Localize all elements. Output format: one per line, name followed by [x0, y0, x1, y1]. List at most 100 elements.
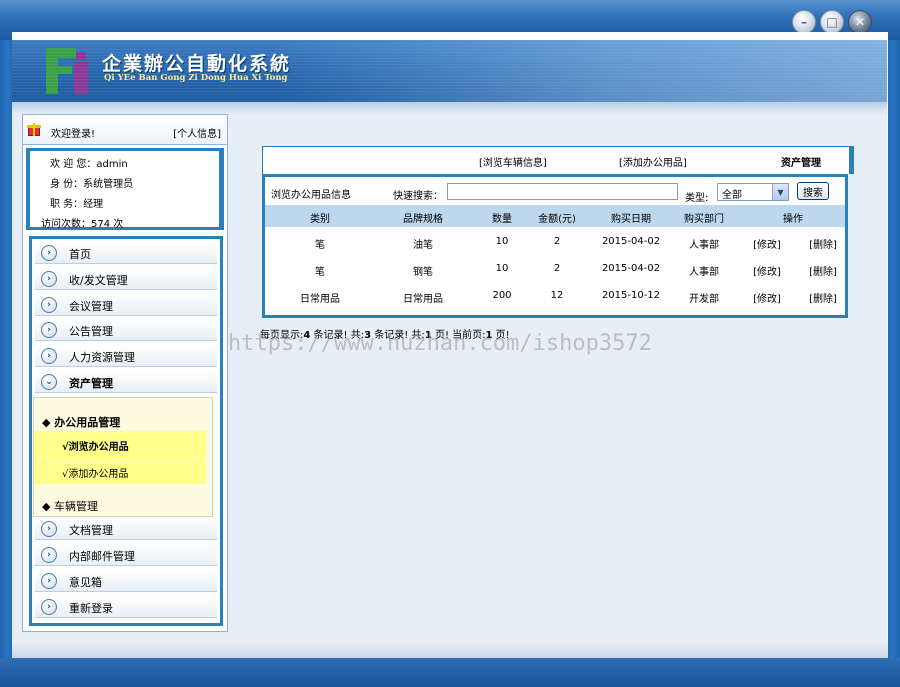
cell-quantity: 200	[492, 290, 512, 301]
table-row: 日常用品 日常用品 200 12 2015-10-12 开发部 [修改] [删除…	[265, 281, 845, 308]
search-button[interactable]: 搜索	[797, 182, 829, 200]
user-name: 欢 迎 您：admin	[50, 159, 128, 170]
chevron-down-icon: ⌄	[41, 374, 57, 390]
cell-category: 笔	[315, 267, 325, 278]
watermark-text: https://www.huzhan.com/ishop3572	[228, 331, 652, 356]
chevron-right-icon: ›	[41, 547, 57, 563]
footer-strip	[12, 640, 888, 658]
type-label: 类型:	[685, 193, 709, 204]
cell-department: 人事部	[689, 240, 719, 251]
cell-amount: 2	[553, 263, 561, 274]
visit-count: 访问次数：574 次	[41, 219, 124, 230]
search-input[interactable]	[447, 183, 678, 200]
chevron-down-icon[interactable]: ▼	[772, 184, 788, 200]
maximize-button[interactable]: □	[820, 10, 844, 34]
edit-link[interactable]: [修改]	[743, 263, 791, 278]
welcome-header: 欢迎登录! [个人信息]	[23, 115, 227, 145]
menu-item-internal-mail[interactable]: › 内部邮件管理	[35, 544, 217, 566]
chevron-right-icon: ›	[41, 573, 57, 589]
minimize-icon: –	[801, 15, 807, 29]
cell-spec: 钢笔	[413, 267, 433, 278]
chevron-right-icon: ›	[41, 348, 57, 364]
app-subtitle: Qi YEe Ban Gong Zi Dong Hua Xi Tong	[104, 73, 288, 83]
header-banner: 企業辦公自動化系統 Qi YEe Ban Gong Zi Dong Hua Xi…	[12, 40, 887, 102]
chevron-right-icon: ›	[41, 322, 57, 338]
user-info-panel: 欢 迎 您：admin 身 份：系统管理员 职 务：经理 访问次数：574 次	[26, 148, 224, 230]
type-select-value: 全部	[722, 190, 742, 201]
type-select[interactable]: 全部 ▼	[717, 183, 789, 201]
submenu-item-browse-supplies[interactable]: √浏览办公用品	[34, 431, 206, 457]
delete-link[interactable]: [删除]	[799, 263, 847, 278]
main-panel: [浏览车辆信息] [添加办公用品] 资产管理 浏览办公用品信息 快速搜索： 类型…	[262, 146, 854, 318]
close-button[interactable]: ✕	[848, 10, 872, 34]
tab-assets-current: 资产管理	[781, 158, 821, 169]
menu-item-home[interactable]: › 首页	[35, 242, 217, 264]
chevron-right-icon: ›	[41, 245, 57, 261]
menu-item-archives[interactable]: › 文档管理	[35, 518, 217, 540]
cell-category: 笔	[315, 240, 325, 251]
col-header-category: 类别	[310, 214, 330, 225]
cell-quantity: 10	[495, 236, 509, 247]
col-header-department: 购买部门	[684, 214, 724, 225]
menu-item-assets[interactable]: ⌄ 资产管理	[35, 371, 217, 393]
submenu-item-add-supplies[interactable]: √添加办公用品	[34, 458, 206, 484]
col-header-quantity: 数量	[492, 214, 512, 225]
table-header: 类别 品牌规格 数量 金额(元) 购买日期 购买部门 操作	[265, 205, 845, 227]
table-row: 笔 钢笔 10 2 2015-04-02 人事部 [修改] [删除]	[265, 254, 845, 281]
edit-link[interactable]: [修改]	[743, 236, 791, 251]
logo-icon	[46, 48, 92, 94]
assets-submenu: ◆ 办公用品管理 √浏览办公用品 √添加办公用品 ◆ 车辆管理	[33, 397, 213, 517]
col-header-amount: 金额(元)	[538, 214, 576, 225]
menu-item-suggestion-box[interactable]: › 意见箱	[35, 570, 217, 592]
tab-browse-vehicles[interactable]: [浏览车辆信息]	[479, 154, 547, 169]
tab-bar: [浏览车辆信息] [添加办公用品] 资产管理	[262, 146, 854, 174]
chevron-right-icon: ›	[41, 599, 57, 615]
minimize-button[interactable]: –	[792, 10, 816, 34]
delete-link[interactable]: [删除]	[799, 290, 847, 305]
cell-date: 2015-10-12	[601, 290, 661, 301]
submenu-group-supplies[interactable]: ◆ 办公用品管理	[42, 414, 120, 430]
maximize-icon: □	[826, 15, 838, 29]
cell-amount: 12	[550, 290, 564, 301]
user-position: 职 务：经理	[50, 199, 104, 210]
cell-amount: 2	[553, 236, 561, 247]
edit-link[interactable]: [修改]	[743, 290, 791, 305]
cell-category: 日常用品	[300, 294, 340, 305]
cell-date: 2015-04-02	[601, 263, 661, 274]
window-bottom-bar	[0, 658, 900, 687]
search-label: 快速搜索：	[393, 191, 443, 202]
user-role: 身 份：系统管理员	[50, 179, 134, 190]
cell-department: 开发部	[689, 294, 719, 305]
cell-department: 人事部	[689, 267, 719, 278]
menu-item-announcements[interactable]: › 公告管理	[35, 319, 217, 341]
app-title: 企業辦公自動化系統	[102, 53, 292, 75]
sidebar: 欢迎登录! [个人信息] 欢 迎 您：admin 身 份：系统管理员 职 务：经…	[22, 114, 228, 632]
welcome-text: 欢迎登录!	[51, 129, 96, 140]
supplies-panel: 浏览办公用品信息 快速搜索： 类型: 全部 ▼ 搜索 类别 品牌规格 数量 金额…	[262, 174, 848, 318]
chevron-right-icon: ›	[41, 271, 57, 287]
cell-spec: 油笔	[413, 240, 433, 251]
menu-item-hr[interactable]: › 人力资源管理	[35, 345, 217, 367]
search-toolbar: 浏览办公用品信息 快速搜索： 类型: 全部 ▼ 搜索	[265, 177, 845, 204]
header-divider	[12, 102, 887, 114]
col-header-actions: 操作	[783, 214, 803, 225]
gift-icon	[27, 122, 41, 136]
chevron-right-icon: ›	[41, 521, 57, 537]
profile-link[interactable]: [个人信息]	[173, 125, 221, 140]
col-header-date: 购买日期	[611, 214, 651, 225]
chevron-right-icon: ›	[41, 297, 57, 313]
submenu-group-vehicles[interactable]: ◆ 车辆管理	[42, 498, 98, 514]
close-icon: ✕	[854, 15, 866, 29]
delete-link[interactable]: [删除]	[799, 236, 847, 251]
menu-item-documents-send[interactable]: › 收/发文管理	[35, 268, 217, 290]
panel-title: 浏览办公用品信息	[271, 190, 351, 201]
tab-add-supply[interactable]: [添加办公用品]	[619, 154, 687, 169]
menu-item-relogin[interactable]: › 重新登录	[35, 596, 217, 618]
table-row: 笔 油笔 10 2 2015-04-02 人事部 [修改] [删除]	[265, 227, 845, 254]
banner-glow	[272, 40, 887, 102]
cell-date: 2015-04-02	[601, 236, 661, 247]
cell-spec: 日常用品	[403, 294, 443, 305]
menu-item-meetings[interactable]: › 会议管理	[35, 294, 217, 316]
cell-quantity: 10	[495, 263, 509, 274]
col-header-spec: 品牌规格	[403, 214, 443, 225]
